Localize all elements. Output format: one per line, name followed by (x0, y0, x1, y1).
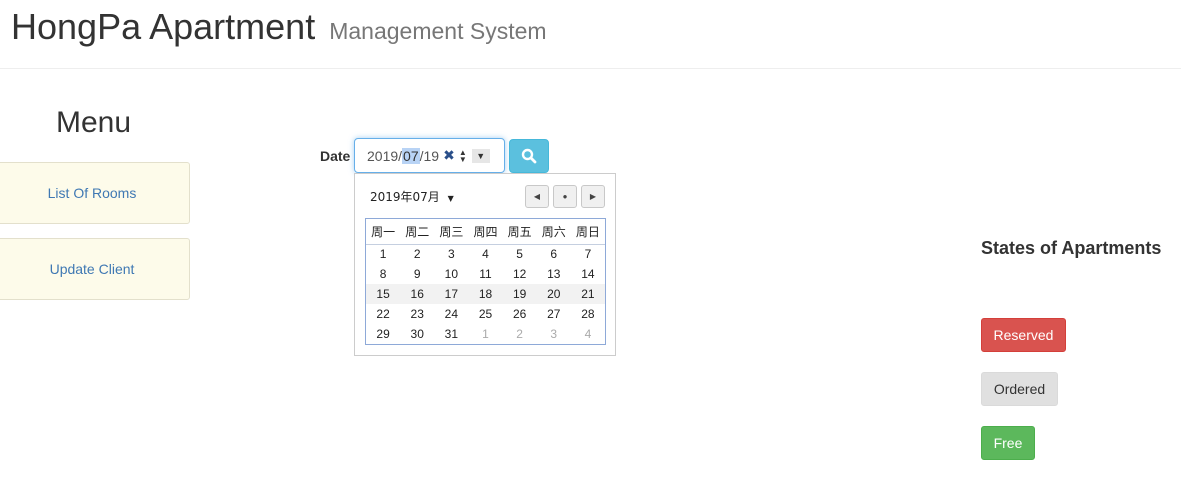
calendar-day-next-month[interactable]: 3 (537, 324, 571, 344)
date-label: Date (320, 148, 351, 164)
weekday-header: 周日 (570, 219, 605, 245)
calendar-day[interactable]: 3 (434, 244, 468, 264)
calendar-day[interactable]: 1 (366, 244, 400, 264)
weekday-header: 周五 (502, 219, 537, 245)
calendar-week-row: 8 9 10 11 12 13 14 (366, 264, 605, 284)
calendar-week-row: 15 16 17 18 19 20 21 (366, 284, 605, 304)
calendar-day[interactable]: 30 (400, 324, 434, 344)
search-button[interactable] (509, 139, 549, 173)
brand-subtitle: Management System (329, 18, 547, 44)
calendar-day-next-month[interactable]: 2 (503, 324, 537, 344)
next-month-button[interactable]: ▶ (581, 185, 605, 208)
calendar-day-selected[interactable]: 19 (502, 284, 537, 304)
calendar-day[interactable]: 22 (366, 304, 400, 324)
reserved-state-button[interactable]: Reserved (981, 318, 1066, 352)
calendar-day[interactable]: 2 (400, 244, 434, 264)
calendar-day[interactable]: 25 (468, 304, 502, 324)
search-icon (521, 148, 537, 164)
calendar-day[interactable]: 27 (537, 304, 571, 324)
weekday-header: 周四 (468, 219, 503, 245)
calendar-day[interactable]: 6 (537, 244, 571, 264)
calendar-day[interactable]: 15 (366, 284, 401, 304)
calendar-grid: 周一 周二 周三 周四 周五 周六 周日 1 2 3 4 5 6 7 8 9 1… (365, 218, 606, 345)
date-picker-popup: 2019年07月 ▼ ◀ ● ▶ 周一 周二 周三 周四 周五 周六 周日 1 … (354, 173, 616, 356)
menu-title: Menu (55, 106, 132, 139)
prev-icon: ◀ (533, 192, 541, 201)
weekday-header: 周二 (400, 219, 435, 245)
calendar-day[interactable]: 18 (468, 284, 503, 304)
weekday-header: 周三 (434, 219, 469, 245)
calendar-day-next-month[interactable]: 1 (468, 324, 502, 344)
date-input[interactable]: 2019 / 07 / 19 ✖ ▲ ▼ ▼ (354, 138, 505, 173)
date-year[interactable]: 2019 (367, 148, 398, 164)
weekday-header: 周一 (366, 219, 401, 245)
calendar-day[interactable]: 28 (571, 304, 605, 324)
calendar-month-selector[interactable]: 2019年07月 ▼ (370, 188, 454, 205)
weekday-header: 周六 (536, 219, 571, 245)
caret-down-icon: ▼ (447, 194, 454, 203)
prev-month-button[interactable]: ◀ (525, 185, 549, 208)
today-button[interactable]: ● (553, 185, 577, 208)
calendar-day[interactable]: 7 (571, 244, 605, 264)
menu-item-update-client[interactable]: Update Client (0, 238, 190, 300)
calendar-week-row: 1 2 3 4 5 6 7 (366, 244, 605, 264)
spin-down-icon[interactable]: ▼ (459, 155, 467, 163)
calendar-day-next-month[interactable]: 4 (571, 324, 605, 344)
today-dot-icon: ● (562, 192, 568, 201)
ordered-state-button[interactable]: Ordered (981, 372, 1058, 406)
date-day[interactable]: 19 (424, 148, 440, 164)
calendar-day[interactable]: 14 (571, 264, 605, 284)
calendar-day[interactable]: 12 (503, 264, 537, 284)
calendar-week-row: 22 23 24 25 26 27 28 (366, 304, 605, 324)
calendar-week-row: 29 30 31 1 2 3 4 (366, 324, 605, 344)
free-state-button[interactable]: Free (981, 426, 1035, 460)
brand-name: HongPa Apartment (11, 6, 316, 47)
calendar-day[interactable]: 11 (468, 264, 502, 284)
calendar-day[interactable]: 13 (537, 264, 571, 284)
page-title: HongPa Apartment Management System (11, 6, 547, 48)
next-icon: ▶ (589, 192, 597, 201)
calendar-day[interactable]: 23 (400, 304, 434, 324)
calendar-day[interactable]: 5 (503, 244, 537, 264)
calendar-day[interactable]: 20 (536, 284, 571, 304)
calendar-day[interactable]: 9 (400, 264, 434, 284)
calendar-day[interactable]: 10 (434, 264, 468, 284)
calendar-day[interactable]: 29 (366, 324, 400, 344)
menu-item-list-of-rooms[interactable]: List Of Rooms (0, 162, 190, 224)
weekday-header-row: 周一 周二 周三 周四 周五 周六 周日 (366, 219, 605, 245)
calendar-day[interactable]: 4 (468, 244, 502, 264)
calendar-day[interactable]: 26 (503, 304, 537, 324)
page-header: HongPa Apartment Management System (0, 0, 1181, 69)
dropdown-arrow-icon[interactable]: ▼ (471, 148, 490, 163)
states-title: States of Apartments (981, 238, 1162, 258)
calendar-day[interactable]: 17 (434, 284, 469, 304)
date-month[interactable]: 07 (402, 147, 420, 164)
date-spinner[interactable]: ▲ ▼ (459, 148, 467, 163)
clear-icon[interactable]: ✖ (443, 147, 455, 164)
calendar-day[interactable]: 21 (570, 284, 605, 304)
calendar-day[interactable]: 24 (434, 304, 468, 324)
calendar-month-label: 2019年07月 (370, 190, 440, 204)
calendar-day[interactable]: 8 (366, 264, 400, 284)
calendar-day[interactable]: 16 (400, 284, 435, 304)
calendar-day[interactable]: 31 (434, 324, 468, 344)
